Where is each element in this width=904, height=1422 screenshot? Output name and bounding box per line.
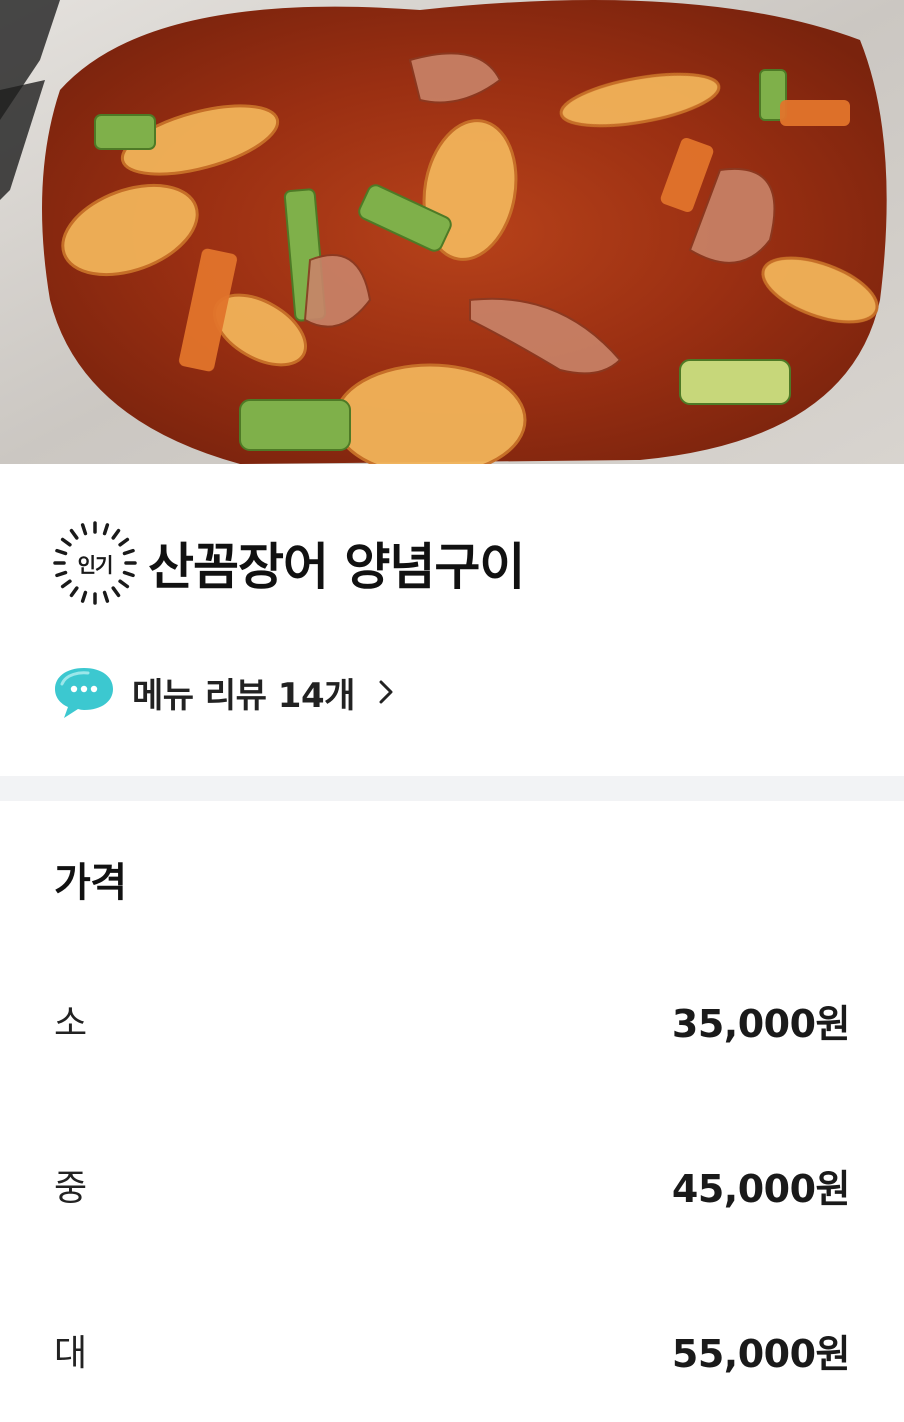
menu-title: 산꼼장어 양념구이 xyxy=(148,538,525,596)
price-value: 45,000원 xyxy=(671,1166,851,1211)
price-option-row: 소 35,000원 xyxy=(54,990,851,1050)
popular-badge: 인기 xyxy=(52,520,138,606)
size-label: 소 xyxy=(54,1003,88,1044)
price-option-row: 중 45,000원 xyxy=(54,1155,851,1215)
size-label: 중 xyxy=(54,1168,88,1209)
review-count-label: 메뉴 리뷰 14개 xyxy=(132,675,355,716)
speech-bubble-icon xyxy=(55,668,113,718)
section-divider xyxy=(0,776,904,801)
price-value: 35,000원 xyxy=(671,1001,851,1046)
price-section-heading: 가격 xyxy=(54,860,127,906)
price-value: 55,000원 xyxy=(671,1331,851,1376)
popular-badge-label: 인기 xyxy=(77,552,114,577)
chevron-right-icon xyxy=(379,680,393,704)
menu-title-row: 인기 산꼼장어 양념구이 xyxy=(52,518,525,608)
food-photo-image xyxy=(0,0,904,464)
price-option-row: 대 55,000원 xyxy=(54,1320,851,1380)
menu-photo[interactable] xyxy=(0,0,904,464)
menu-review-link[interactable]: 메뉴 리뷰 14개 xyxy=(52,664,395,720)
size-label: 대 xyxy=(54,1333,88,1374)
menu-detail-page: 인기 산꼼장어 양념구이 메뉴 리뷰 14개 가격 소 35,000원 중 45… xyxy=(0,0,904,1422)
